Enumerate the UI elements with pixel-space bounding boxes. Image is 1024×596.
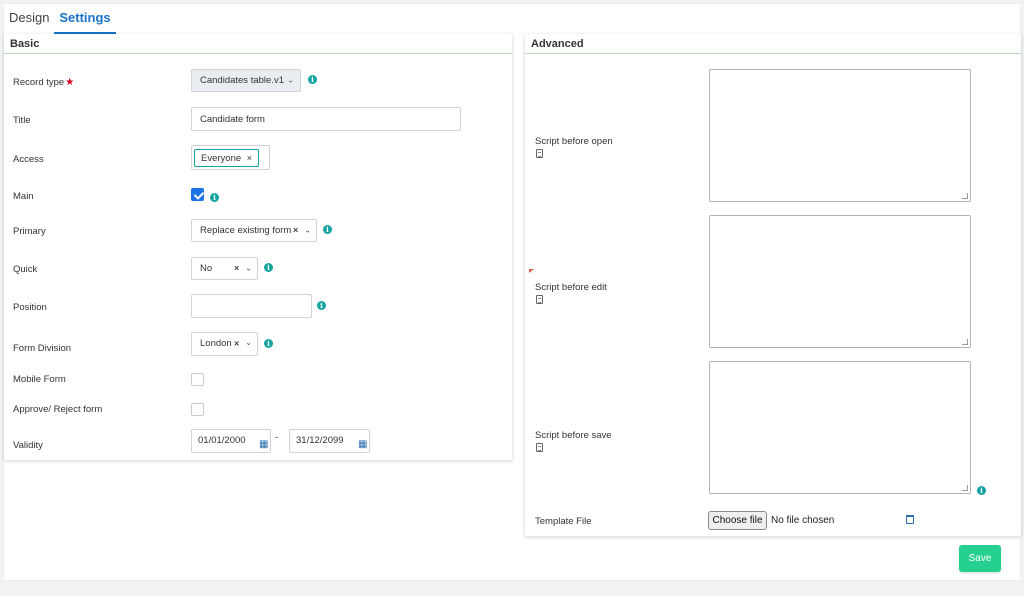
- info-icon[interactable]: i: [264, 339, 273, 348]
- tab-design[interactable]: Design: [9, 4, 49, 34]
- primary-value: Replace existing form: [200, 225, 292, 236]
- position-input[interactable]: [191, 294, 312, 318]
- script-before-save-label: Script before save: [535, 430, 612, 441]
- validity-separator: -: [275, 432, 279, 443]
- info-icon[interactable]: i: [308, 75, 317, 84]
- info-icon[interactable]: i: [317, 301, 326, 310]
- form-division-value: London: [200, 338, 232, 349]
- access-label: Access: [13, 154, 44, 165]
- title-input[interactable]: [191, 107, 461, 131]
- validity-to-input[interactable]: 31/12/2099 ▦: [289, 429, 370, 453]
- info-icon[interactable]: i: [210, 193, 219, 202]
- tab-settings[interactable]: Settings: [54, 4, 116, 34]
- document-icon[interactable]: [536, 295, 543, 304]
- script-before-save-textarea[interactable]: [709, 361, 971, 494]
- validity-to-value: 31/12/2099: [296, 435, 344, 446]
- info-icon[interactable]: i: [264, 263, 273, 272]
- advanced-section-title: Advanced: [525, 34, 1021, 54]
- chevron-down-icon: ⌄: [245, 262, 252, 272]
- document-icon[interactable]: [536, 443, 543, 452]
- validity-from-input[interactable]: 01/01/2000 ▦: [191, 429, 271, 453]
- script-before-open-label: Script before open: [535, 136, 613, 147]
- validity-label: Validity: [13, 440, 43, 451]
- chevron-down-icon: ⌄: [245, 337, 252, 347]
- chevron-down-icon: ⌄: [287, 74, 294, 84]
- info-icon[interactable]: i: [323, 225, 332, 234]
- record-type-select[interactable]: Candidates table.v1 ⌄: [191, 69, 301, 92]
- main-checkbox[interactable]: [191, 188, 204, 201]
- title-label: Title: [13, 115, 31, 126]
- basic-section-title: Basic: [4, 34, 512, 54]
- approve-reject-checkbox[interactable]: [191, 403, 204, 416]
- primary-label: Primary: [13, 226, 46, 237]
- clear-icon[interactable]: ×: [293, 220, 298, 241]
- approve-reject-label: Approve/ Reject form: [13, 404, 103, 415]
- position-label: Position: [13, 302, 47, 313]
- trash-icon[interactable]: [906, 515, 914, 524]
- script-before-edit-label: Script before edit: [535, 282, 607, 293]
- calendar-icon[interactable]: ▦: [358, 434, 367, 452]
- template-file-label: Template File: [535, 516, 592, 527]
- required-star-icon: ★: [65, 77, 75, 88]
- script-before-open-textarea[interactable]: [709, 69, 971, 202]
- main-label: Main: [13, 191, 34, 202]
- basic-section: Basic: [4, 34, 512, 460]
- calendar-icon[interactable]: ▦: [259, 434, 268, 452]
- mobile-form-checkbox[interactable]: [191, 373, 204, 386]
- access-tag-everyone: Everyone ×: [194, 149, 260, 167]
- save-button[interactable]: Save: [959, 545, 1001, 572]
- mobile-form-label: Mobile Form: [13, 374, 66, 385]
- validity-from-value: 01/01/2000: [198, 435, 246, 446]
- choose-file-button[interactable]: Choose file: [708, 511, 767, 530]
- quick-label: Quick: [13, 264, 38, 275]
- quick-select[interactable]: No × ⌄: [191, 257, 258, 280]
- tab-bar: Design Settings: [4, 4, 524, 34]
- form-division-select[interactable]: London × ⌄: [191, 332, 258, 356]
- form-division-label: Form Division: [13, 343, 72, 354]
- record-type-label: Record type★: [13, 77, 75, 88]
- primary-select[interactable]: Replace existing form × ⌄: [191, 219, 317, 242]
- info-icon[interactable]: i: [977, 486, 986, 495]
- flag-marker: [529, 269, 534, 273]
- remove-tag-icon[interactable]: ×: [247, 153, 252, 163]
- file-status-text: No file chosen: [771, 515, 835, 526]
- clear-icon[interactable]: ×: [234, 258, 239, 279]
- document-icon[interactable]: [536, 149, 543, 158]
- script-before-edit-textarea[interactable]: [709, 215, 971, 348]
- quick-value: No: [200, 263, 213, 274]
- chevron-down-icon: ⌄: [304, 224, 311, 234]
- clear-icon[interactable]: ×: [234, 333, 239, 355]
- record-type-value: Candidates table.v1: [200, 75, 284, 86]
